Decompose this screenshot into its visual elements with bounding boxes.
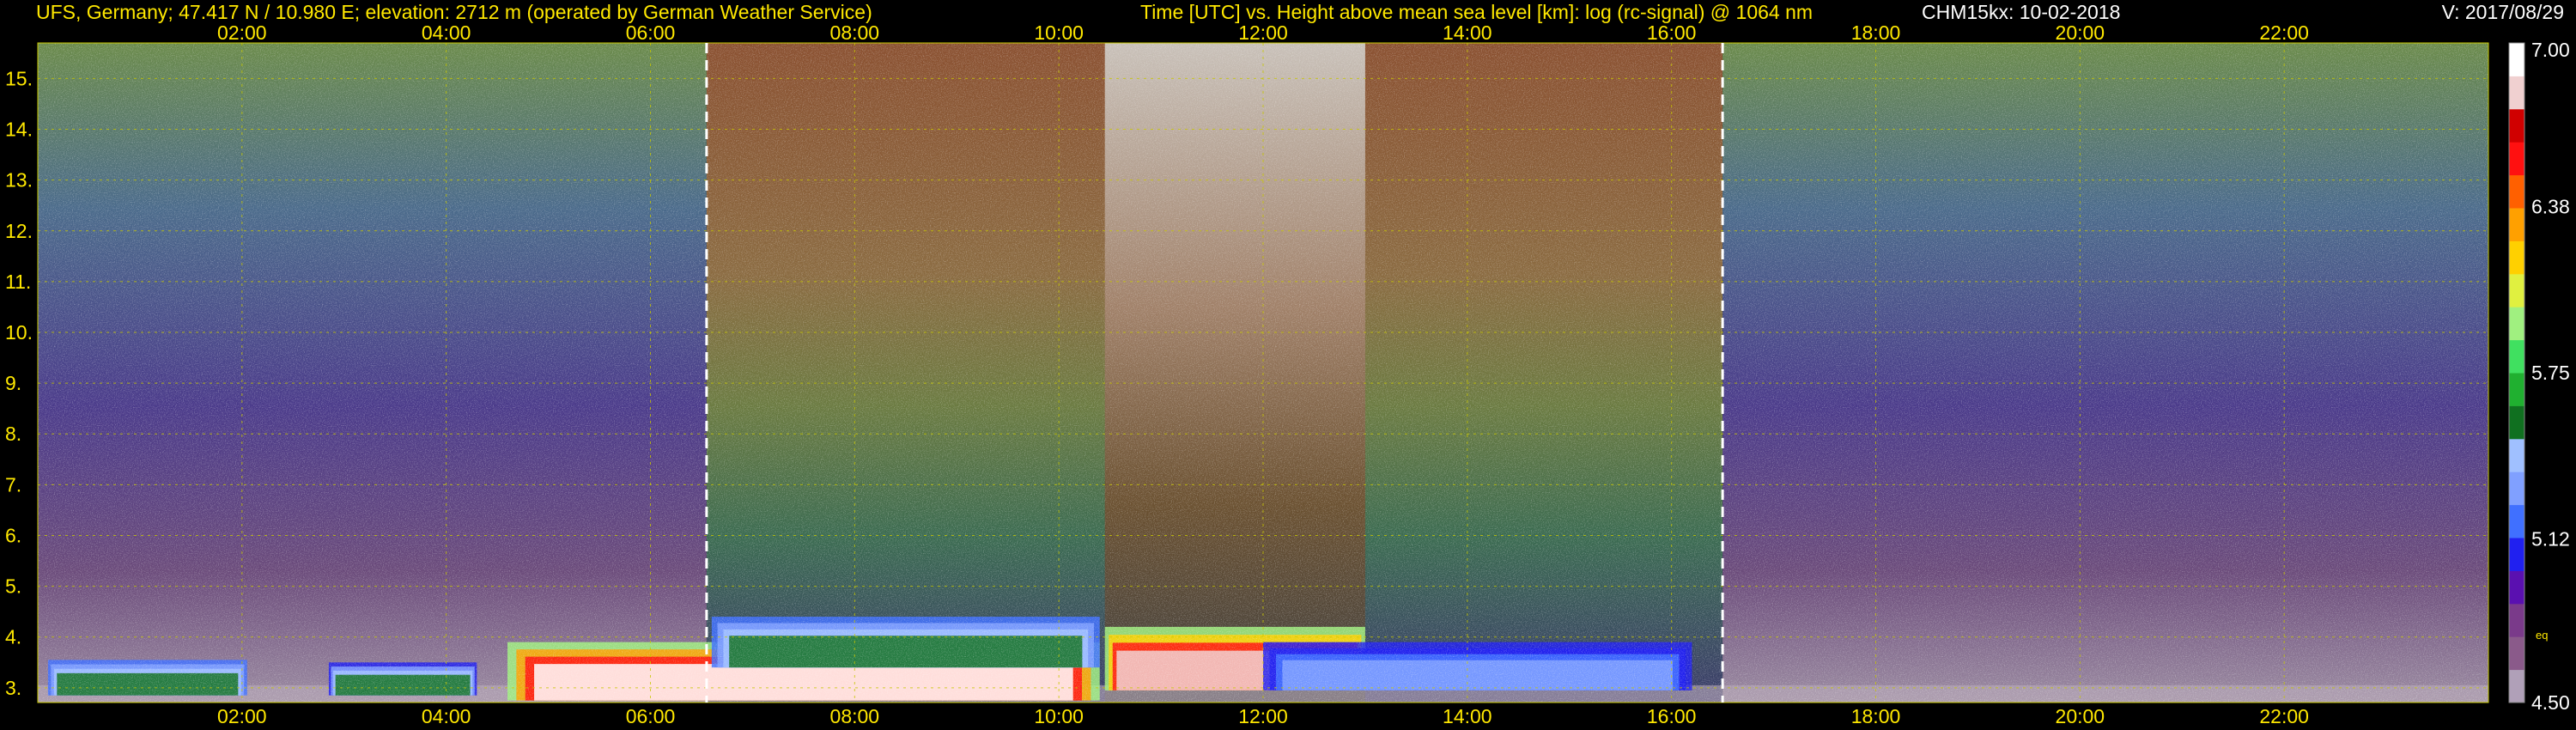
- x-tick-bottom-8: 18:00: [1851, 705, 1901, 727]
- x-tick-top-9: 20:00: [2056, 21, 2105, 44]
- x-tick-top-5: 12:00: [1238, 21, 1288, 44]
- colorbar-swatch-12: [2509, 273, 2524, 307]
- colorbar-swatch-17: [2509, 108, 2524, 143]
- y-tick-11: 14.: [5, 119, 33, 141]
- x-tick-top-3: 08:00: [830, 21, 880, 44]
- colorbar-label-4: 4.50: [2531, 691, 2570, 714]
- colorbar-label-3: 5.12: [2531, 528, 2570, 551]
- colorbar-swatch-1: [2509, 636, 2524, 671]
- colorbar-swatch-18: [2509, 76, 2524, 110]
- x-tick-top-0: 02:00: [217, 21, 267, 44]
- x-tick-top-7: 16:00: [1647, 21, 1697, 44]
- colorbar-swatch-11: [2509, 307, 2524, 341]
- x-tick-bottom-4: 10:00: [1034, 705, 1084, 727]
- colorbar-swatch-16: [2509, 142, 2524, 176]
- colorbar-label-1: 6.38: [2531, 195, 2570, 217]
- y-tick-6: 9.: [5, 372, 21, 394]
- y-tick-4: 7.: [5, 473, 21, 496]
- colorbar-swatch-3: [2509, 570, 2524, 605]
- x-tick-bottom-7: 16:00: [1647, 705, 1697, 727]
- x-tick-top-10: 22:00: [2259, 21, 2309, 44]
- x-tick-bottom-0: 02:00: [217, 705, 267, 727]
- colorbar-swatch-15: [2509, 174, 2524, 209]
- x-tick-top-2: 06:00: [626, 21, 676, 44]
- colorbar-swatch-14: [2509, 208, 2524, 241]
- colorbar-swatch-13: [2509, 240, 2524, 275]
- colorbar-swatch-7: [2509, 438, 2524, 472]
- x-tick-bottom-5: 12:00: [1238, 705, 1288, 727]
- colorbar-swatch-8: [2509, 405, 2524, 440]
- colorbar-swatch-9: [2509, 373, 2524, 406]
- y-tick-10: 13.: [5, 169, 33, 192]
- y-tick-9: 12.: [5, 220, 33, 242]
- x-tick-bottom-2: 06:00: [626, 705, 676, 727]
- x-tick-bottom-3: 08:00: [830, 705, 880, 727]
- x-ticks-top: 02:00 04:00 06:00 08:00 10:00 12:00 14:00 16:00…: [217, 21, 2309, 44]
- x-tick-bottom-10: 22:00: [2259, 705, 2309, 727]
- y-tick-7: 10.: [5, 321, 33, 344]
- axis-description: Time [UTC] vs. Height above mean sea lev…: [1140, 1, 1814, 23]
- x-tick-bottom-1: 04:00: [422, 705, 471, 727]
- y-tick-0: 3.: [5, 677, 21, 699]
- y-tick-1: 4.: [5, 626, 21, 648]
- y-tick-5: 8.: [5, 423, 21, 445]
- colorbar-swatch-2: [2509, 603, 2524, 637]
- x-tick-bottom-9: 20:00: [2056, 705, 2105, 727]
- instrument-date: CHM15kx: 10-02-2018: [1922, 1, 2121, 23]
- station-info: UFS, Germany; 47.417 N / 10.980 E; eleva…: [36, 1, 872, 23]
- y-tick-2: 5.: [5, 575, 21, 598]
- y-tick-8: 11.: [5, 271, 31, 293]
- x-tick-top-6: 14:00: [1443, 21, 1492, 44]
- colorbar-swatch-19: [2509, 43, 2524, 76]
- version-label: V: 2017/08/29: [2441, 1, 2564, 23]
- y-tick-3: 6.: [5, 524, 21, 546]
- colorbar-swatch-5: [2509, 504, 2524, 538]
- colorbar-note: eq: [2536, 629, 2548, 642]
- x-ticks-bottom: 02:00 04:00 06:00 08:00 10:00 12:00 14:00 16:00…: [217, 705, 2309, 727]
- y-tick-12: 15.: [5, 67, 33, 89]
- colorbar-swatch-10: [2509, 339, 2524, 374]
- colorbar-label-2: 5.75: [2531, 362, 2570, 384]
- colorbar-swatch-0: [2509, 669, 2524, 703]
- ceilometer-chart: 02:00 04:00 06:00 08:00 10:00 12:00 14:00 16:00…: [5, 21, 2570, 727]
- x-tick-top-4: 10:00: [1034, 21, 1084, 44]
- colorbar-label-0: 7.00: [2531, 39, 2570, 61]
- colorbar-swatch-4: [2509, 538, 2524, 571]
- x-tick-bottom-6: 14:00: [1443, 705, 1492, 727]
- colorbar-swatch-6: [2509, 471, 2524, 506]
- x-tick-top-8: 18:00: [1851, 21, 1901, 44]
- x-tick-top-1: 04:00: [422, 21, 471, 44]
- y-ticks: 3. 4. 5. 6. 7. 8. 9. 10. 11. 12. 13. 14. 15.: [5, 67, 33, 698]
- colorbar: 7.00 6.38 5.75 5.12 4.50 eq: [2508, 39, 2570, 714]
